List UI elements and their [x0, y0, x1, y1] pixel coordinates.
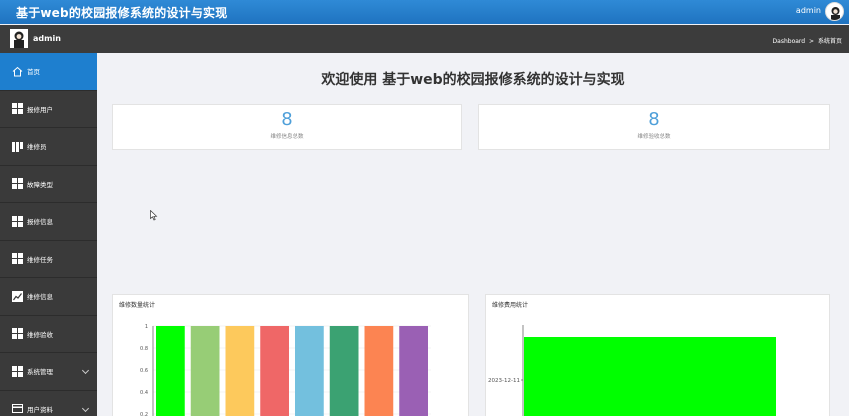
sidebar-item-repair-users[interactable]: 报修用户 [0, 91, 97, 128]
grid-icon [12, 215, 23, 227]
bar[interactable] [364, 326, 394, 416]
avatar[interactable] [825, 2, 844, 21]
bar-chart-repair-cost: 2023-12-11 [488, 325, 776, 416]
bar-chart-repair-count: 1 0.8 0.6 0.4 0.2 [140, 324, 431, 416]
sidebar-item-user-profile[interactable]: 用户资料 [0, 391, 97, 416]
bar[interactable] [329, 326, 359, 416]
stat-label: 维修信息总数 [270, 134, 304, 140]
y-tick-label: 0.6 [140, 368, 148, 374]
stat-card-repair-info: 8 维修信息总数 [112, 104, 462, 150]
top-username[interactable]: admin [796, 6, 821, 15]
grid-icon [12, 365, 23, 377]
sidebar-item-label: 维修员 [27, 143, 47, 152]
sidebar-item-label: 维修信息 [27, 293, 53, 302]
stat-value: 8 [281, 109, 293, 130]
sidebar-item-fault-types[interactable]: 故障类型 [0, 166, 97, 203]
sidebar-item-label: 维修验收 [27, 330, 53, 339]
sidebar-item-label: 报修信息 [27, 218, 53, 227]
card-icon [12, 403, 23, 414]
stat-value: 8 [648, 109, 660, 130]
y-tick-label: 0.4 [140, 390, 148, 396]
sidebar-item-repair-tasks[interactable]: 维修任务 [0, 241, 97, 278]
sub-header: admin Dashboard > 系统首页 [0, 25, 849, 53]
sidebar-item-repairmen[interactable]: 维修员 [0, 128, 97, 166]
chart-title: 维修费用统计 [492, 302, 529, 309]
bar[interactable] [156, 326, 185, 416]
breadcrumb-current: 系统首页 [817, 38, 842, 45]
book-icon [12, 141, 23, 152]
stat-card-acceptance: 8 维修验收总数 [478, 104, 830, 150]
bar[interactable] [399, 326, 428, 416]
grid-icon [12, 103, 23, 115]
chevron-down-icon [81, 366, 90, 375]
y-tick-label: 2023-12-11 [488, 378, 520, 384]
sidebar-item-label: 首页 [27, 68, 40, 77]
breadcrumb: Dashboard > 系统首页 [771, 36, 842, 45]
sidebar-item-acceptance[interactable]: 维修验收 [0, 316, 97, 353]
sidebar-item-label: 报修用户 [27, 105, 53, 114]
sidebar: 首页 报修用户 维修员 故障类型 报修信息 维修任务 维修信息 维修验收 系统管… [0, 53, 97, 416]
y-tick-label: 0.2 [140, 412, 148, 416]
chart-panel-repair-count: 维修数量统计 1 0.8 0.6 0.4 0.2 [112, 294, 469, 416]
sidebar-item-label: 系统管理 [27, 368, 53, 377]
bar[interactable] [524, 337, 776, 416]
sidebar-item-label: 用户资料 [27, 405, 53, 414]
breadcrumb-dashboard[interactable]: Dashboard [773, 38, 806, 45]
y-tick-label: 0.8 [140, 346, 148, 352]
bar[interactable] [225, 326, 255, 416]
bar[interactable] [190, 326, 220, 416]
chart-title: 维修数量统计 [119, 302, 156, 309]
breadcrumb-separator: > [809, 38, 815, 45]
y-tick-label: 1 [145, 324, 148, 330]
main-content: 欢迎使用 基于web的校园报修系统的设计与实现 8 维修信息总数 8 维修验收总… [97, 53, 849, 416]
grid-icon [12, 328, 23, 340]
top-bar: 基于web的校园报修系统的设计与实现 admin [0, 0, 849, 24]
sidebar-avatar [10, 29, 28, 48]
bar[interactable] [295, 326, 324, 416]
sidebar-username: admin [33, 34, 61, 43]
sidebar-item-label: 维修任务 [27, 255, 53, 264]
page-title: 欢迎使用 基于web的校园报修系统的设计与实现 [321, 72, 625, 88]
chart-panel-repair-cost: 维修费用统计 2023-12-11 [485, 294, 830, 416]
line-chart-icon [12, 290, 23, 302]
sidebar-item-system-management[interactable]: 系统管理 [0, 353, 97, 391]
stat-label: 维修验收总数 [637, 134, 671, 140]
sidebar-item-repair-info[interactable]: 报修信息 [0, 203, 97, 241]
home-icon [12, 66, 23, 77]
grid-icon [12, 178, 23, 190]
sidebar-item-home[interactable]: 首页 [0, 53, 97, 91]
grid-icon [12, 253, 23, 265]
chevron-down-icon [81, 404, 90, 412]
sidebar-item-label: 故障类型 [27, 180, 53, 189]
bar[interactable] [260, 326, 289, 416]
sidebar-item-maintenance-info[interactable]: 维修信息 [0, 278, 97, 316]
app-title: 基于web的校园报修系统的设计与实现 [16, 6, 228, 20]
